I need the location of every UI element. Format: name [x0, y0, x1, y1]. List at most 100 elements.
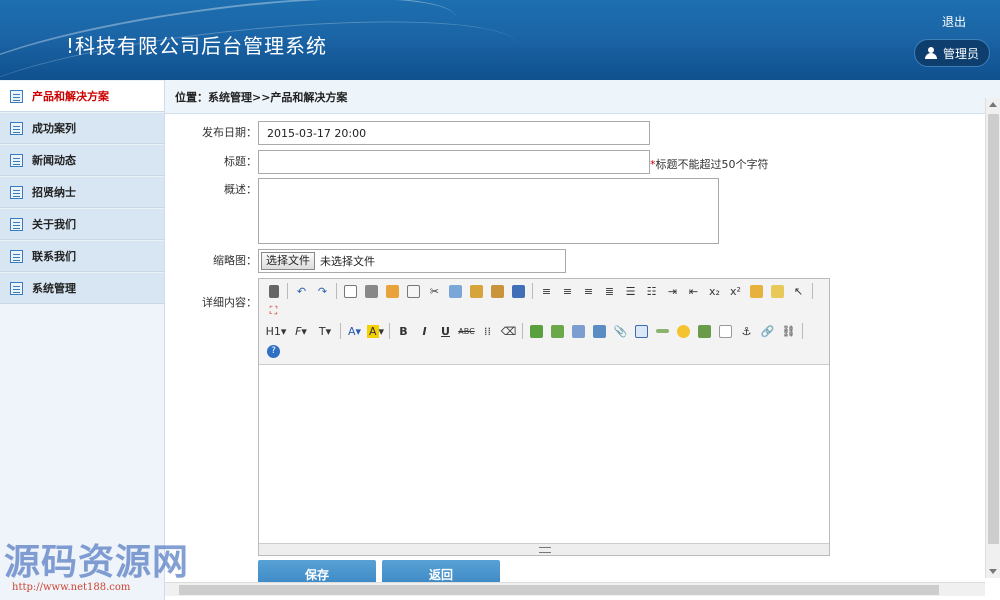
align-right-icon[interactable]: ≡ — [578, 281, 599, 301]
thumbnail-file-input[interactable]: 选择文件 未选择文件 — [258, 249, 566, 273]
eraser-icon[interactable]: ⌫ — [498, 321, 519, 341]
strikethrough-icon[interactable]: ABC — [456, 321, 477, 341]
sidebar: 产品和解决方案 成功案列 新闻动态 招贤纳士 关于我们 联系我们 系统管理 — [0, 80, 165, 600]
sidebar-item-label: 成功案列 — [32, 122, 76, 135]
map-icon[interactable] — [694, 321, 715, 341]
toolbar-separator — [389, 323, 390, 339]
flash-icon[interactable] — [568, 321, 589, 341]
admin-button[interactable]: 管理员 — [914, 39, 990, 67]
fullscreen-icon[interactable]: ⛶ — [263, 301, 284, 321]
sidebar-item-label: 联系我们 — [32, 250, 76, 263]
italic-icon[interactable]: I — [414, 321, 435, 341]
font-family-label: F — [295, 324, 302, 338]
sidebar-item-label: 招贤纳士 — [32, 186, 76, 199]
superscript-icon[interactable]: x² — [725, 281, 746, 301]
list-icon — [10, 89, 23, 103]
product-form: 发布日期： 2015-03-17 20:00 标题： *标题不能超过50个字符 … — [165, 114, 985, 588]
title-input[interactable] — [258, 150, 650, 174]
source-icon[interactable] — [263, 281, 284, 301]
emoticon-icon[interactable] — [673, 321, 694, 341]
sidebar-item-news[interactable]: 新闻动态 — [0, 144, 164, 176]
choose-file-button[interactable]: 选择文件 — [261, 252, 315, 270]
toolbar-separator — [340, 323, 341, 339]
scrollbar-thumb[interactable] — [988, 114, 999, 544]
template-icon[interactable] — [382, 281, 403, 301]
anchor-icon[interactable]: ⚓ — [736, 321, 757, 341]
table-icon[interactable] — [631, 321, 652, 341]
align-center-icon[interactable]: ≡ — [557, 281, 578, 301]
font-family-dropdown[interactable]: F ▾ — [289, 321, 313, 341]
toolbar-separator — [287, 283, 288, 299]
align-justify-icon[interactable]: ≣ — [599, 281, 620, 301]
highlight-icon[interactable]: A ▾ — [365, 321, 386, 341]
clear-format-icon[interactable] — [746, 281, 767, 301]
sidebar-item-contact[interactable]: 联系我们 — [0, 240, 164, 272]
cursor-icon[interactable]: ↖ — [788, 281, 809, 301]
list-icon — [10, 281, 23, 295]
editor-statusbar — [259, 543, 829, 555]
heading-dropdown[interactable]: H1 ▾ — [263, 321, 289, 341]
attachment-icon[interactable]: 📎 — [610, 321, 631, 341]
paste-text-icon[interactable] — [487, 281, 508, 301]
heading-label: H1 — [265, 324, 281, 338]
resize-grip-icon[interactable] — [539, 547, 551, 553]
page-break-icon[interactable] — [715, 321, 736, 341]
indent-icon[interactable]: ⇥ — [662, 281, 683, 301]
horizontal-scrollbar[interactable] — [165, 582, 985, 596]
scroll-up-icon[interactable] — [989, 102, 997, 107]
sidebar-item-label: 新闻动态 — [32, 154, 76, 167]
underline-icon[interactable]: U — [435, 321, 456, 341]
font-color-icon[interactable]: A▾ — [344, 321, 365, 341]
select-all-icon[interactable] — [767, 281, 788, 301]
watermark-url: http://www.net188.com — [12, 582, 131, 593]
sidebar-item-label: 系统管理 — [32, 282, 76, 295]
help-icon[interactable]: ? — [263, 341, 284, 361]
unordered-list-icon[interactable]: ☷ — [641, 281, 662, 301]
sidebar-item-cases[interactable]: 成功案列 — [0, 112, 164, 144]
undo-icon[interactable]: ↶ — [291, 281, 312, 301]
cut-icon[interactable]: ✂ — [424, 281, 445, 301]
logout-link[interactable]: 退出 — [942, 13, 966, 30]
paste-icon[interactable] — [466, 281, 487, 301]
title-hint: *标题不能超过50个字符 — [650, 156, 769, 172]
paste-word-icon[interactable] — [508, 281, 529, 301]
unlink-icon[interactable]: ⛓ — [778, 321, 799, 341]
align-left-icon[interactable]: ≡ — [536, 281, 557, 301]
image-icon[interactable] — [526, 321, 547, 341]
subscript-icon[interactable]: x₂ — [704, 281, 725, 301]
rich-text-editor[interactable]: ↶ ↷ ✂ ≡ ≡ ≡ ≣ ☰ ☷ ⇥ ⇤ x₂ x² ↖ ⛶ H1 ▾ F ▾… — [258, 278, 830, 556]
media-icon[interactable] — [589, 321, 610, 341]
vertical-scrollbar[interactable] — [985, 98, 1000, 578]
scrollbar-thumb[interactable] — [179, 585, 939, 595]
sidebar-item-jobs[interactable]: 招贤纳士 — [0, 176, 164, 208]
scroll-down-icon[interactable] — [989, 569, 997, 574]
file-status: 未选择文件 — [320, 255, 375, 268]
title-label: 标题： — [224, 155, 257, 168]
editor-content-area[interactable] — [259, 365, 829, 541]
line-height-icon[interactable]: ⁞⁞ — [477, 321, 498, 341]
multi-image-icon[interactable] — [547, 321, 568, 341]
link-icon[interactable]: 🔗 — [757, 321, 778, 341]
summary-textarea[interactable] — [258, 178, 719, 244]
font-size-dropdown[interactable]: T ▾ — [313, 321, 337, 341]
editor-toolbar: ↶ ↷ ✂ ≡ ≡ ≡ ≣ ☰ ☷ ⇥ ⇤ x₂ x² ↖ ⛶ H1 ▾ F ▾… — [259, 279, 829, 365]
sidebar-item-label: 产品和解决方案 — [32, 90, 109, 103]
preview-icon[interactable] — [340, 281, 361, 301]
ordered-list-icon[interactable]: ☰ — [620, 281, 641, 301]
print-icon[interactable] — [361, 281, 382, 301]
code-icon[interactable] — [403, 281, 424, 301]
bold-icon[interactable]: B — [393, 321, 414, 341]
list-icon — [10, 185, 23, 199]
sidebar-item-about[interactable]: 关于我们 — [0, 208, 164, 240]
sidebar-item-system[interactable]: 系统管理 — [0, 272, 164, 304]
outdent-icon[interactable]: ⇤ — [683, 281, 704, 301]
publish-date-input[interactable]: 2015-03-17 20:00 — [258, 121, 650, 145]
sidebar-item-products[interactable]: 产品和解决方案 — [0, 80, 164, 112]
horizontal-rule-icon[interactable] — [652, 321, 673, 341]
date-label: 发布日期： — [202, 126, 257, 139]
redo-icon[interactable]: ↷ — [312, 281, 333, 301]
font-size-label: T — [318, 324, 326, 338]
header: !科技有限公司后台管理系统 退出 管理员 — [0, 0, 1000, 80]
toolbar-separator — [532, 283, 533, 299]
copy-icon[interactable] — [445, 281, 466, 301]
